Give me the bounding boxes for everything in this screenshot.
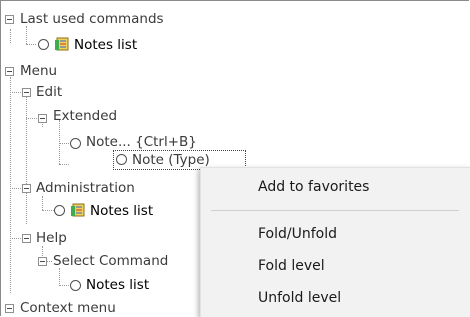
collapse-icon[interactable] [5, 15, 14, 24]
tree-line [10, 29, 11, 43]
radio-icon[interactable] [70, 280, 81, 291]
notes-book-icon [55, 37, 69, 51]
tree-line [26, 44, 36, 45]
tree-node-note-ctrlb[interactable]: Note... {Ctrl+B} [86, 133, 197, 151]
tree-node-extended[interactable]: Extended [53, 107, 117, 125]
collapse-icon[interactable] [22, 234, 31, 243]
radio-icon[interactable] [116, 154, 127, 165]
menu-item-add-to-favorites[interactable]: Add to favorites [258, 177, 369, 197]
menu-item-fold-level[interactable]: Fold level [258, 256, 325, 276]
tree-line [10, 77, 11, 293]
tree-line [26, 94, 27, 224]
tree-line [26, 26, 27, 44]
tree-line [42, 210, 54, 211]
collapse-icon[interactable] [5, 304, 14, 313]
tree-node-help[interactable]: Help [36, 229, 67, 247]
menu-item-unfold-level[interactable]: Unfold level [258, 288, 341, 308]
tree-node-last-used[interactable]: Last used commands [20, 10, 164, 28]
notes-book-icon [71, 203, 85, 217]
tree-node-administration[interactable]: Administration [36, 179, 135, 197]
tree-node-notes-list[interactable]: Notes list [74, 36, 137, 54]
tree-line [42, 196, 43, 210]
tree-node-context-menu[interactable]: Context menu [20, 299, 116, 317]
collapse-icon[interactable] [38, 257, 47, 266]
tree-line [59, 285, 69, 286]
collapse-icon[interactable] [38, 114, 47, 123]
collapse-icon[interactable] [22, 88, 31, 97]
tree-node-note-type[interactable]: Note (Type) [132, 151, 210, 169]
tree-node-notes-list[interactable]: Notes list [90, 202, 153, 220]
tree-line [59, 120, 60, 164]
tree-node-notes-list[interactable]: Notes list [86, 276, 149, 294]
radio-icon[interactable] [70, 138, 81, 149]
tree-line [59, 164, 69, 165]
radio-icon[interactable] [54, 205, 65, 216]
tree-node-edit[interactable]: Edit [36, 83, 62, 101]
tree-line [59, 268, 60, 284]
collapse-icon[interactable] [22, 184, 31, 193]
collapse-icon[interactable] [5, 67, 14, 76]
tree-node-menu[interactable]: Menu [20, 62, 57, 80]
context-menu-popup: Add to favorites Fold/Unfold Fold level … [200, 167, 470, 317]
tree-node-select-command[interactable]: Select Command [53, 252, 168, 270]
menu-item-fold-unfold[interactable]: Fold/Unfold [258, 224, 337, 244]
menu-separator [211, 210, 459, 211]
tree-line [59, 143, 69, 144]
radio-icon[interactable] [38, 39, 49, 50]
